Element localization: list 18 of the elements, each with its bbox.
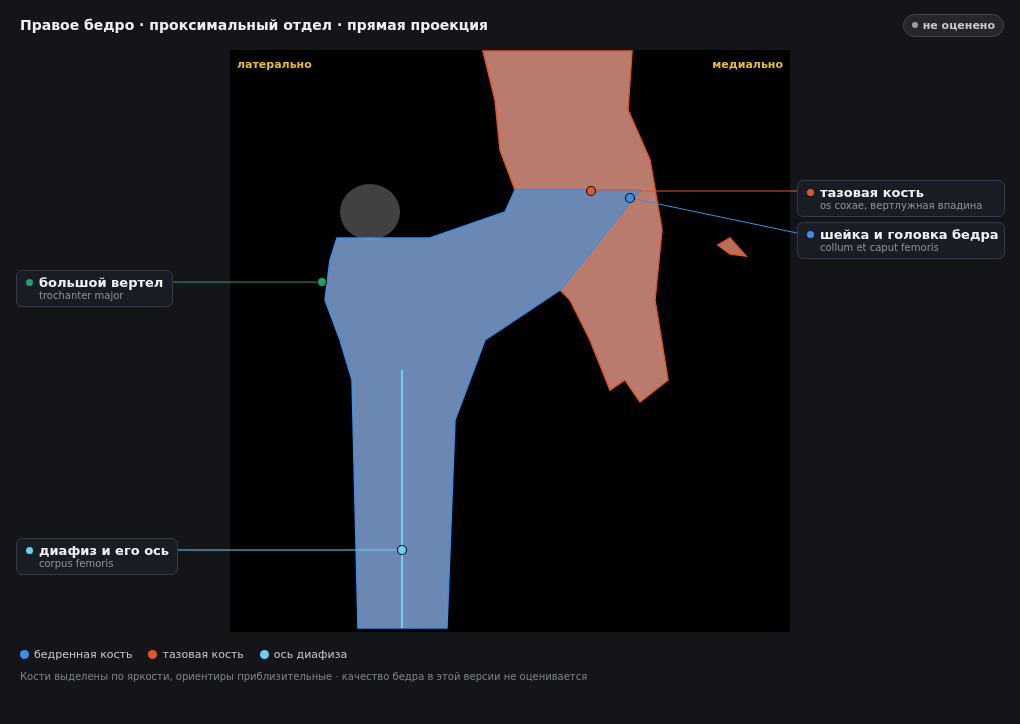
callout-title: большой вертел — [39, 275, 164, 290]
callout-title: шейка и головка бедра — [820, 227, 999, 242]
footnote: Кости выделены по яркости, ориентиры приблизительные · качество бедра в этой версии не оценивается — [19, 670, 589, 682]
bone-shadow-drawing — [340, 184, 400, 240]
page-title: Правое бедро · проксимальный отдел · прямая проекция — [20, 17, 489, 33]
callout-title: тазовая кость — [820, 185, 924, 200]
status-badge: не оценено — [902, 13, 1004, 37]
callout-title: диафиз и его ось — [39, 543, 170, 558]
legend-label: тазовая кость — [162, 648, 244, 661]
bone-fragment-drawing — [716, 237, 748, 257]
callout-subtitle: trochanter major — [38, 290, 125, 301]
orientation-label: медиально — [712, 58, 783, 71]
callout-subtitle: corpus femoris — [38, 558, 115, 569]
callout-subtitle: os coxae, вертлужная впадина — [819, 200, 984, 211]
legend-label: ось диафиза — [273, 648, 348, 661]
legend-label: бедренная кость — [34, 648, 133, 661]
orientation-label: латерально — [237, 58, 312, 71]
callout-subtitle: collum et caput femoris — [819, 242, 940, 253]
